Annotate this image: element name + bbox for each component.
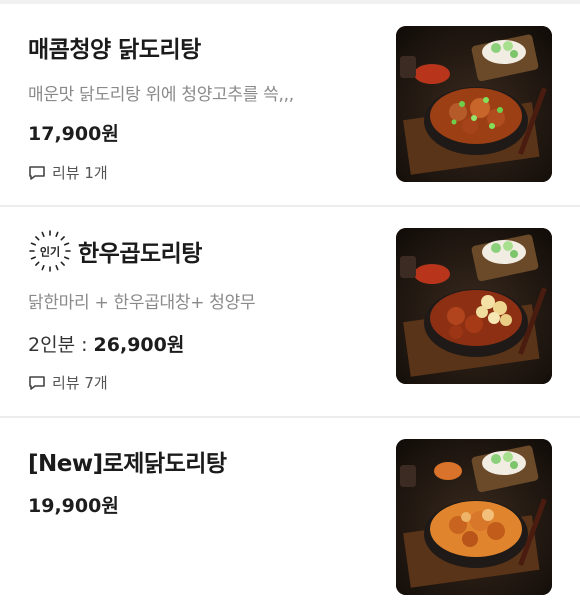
menu-item-price: 17,900원 bbox=[28, 123, 119, 145]
popular-badge: 인기 bbox=[28, 229, 72, 273]
menu-item-description: 매운맛 닭도리탕 위에 청양고추를 쓱,,, bbox=[28, 85, 294, 105]
menu-item-1[interactable]: 매콤청양 닭도리탕 매운맛 닭도리탕 위에 청양고추를 쓱,,, 17,900원… bbox=[0, 4, 580, 206]
menu-item-name: [New]로제닭도리탕 bbox=[28, 451, 227, 477]
rose-chicken-stew-photo[interactable] bbox=[396, 439, 552, 595]
popular-badge-label: 인기 bbox=[40, 245, 60, 259]
popular-badge-icon: 인기 bbox=[29, 230, 71, 272]
menu-item-description: 닭한마리 + 한우곱대창+ 청양무 bbox=[28, 293, 256, 313]
beef-intestine-chicken-stew-photo[interactable] bbox=[396, 228, 552, 384]
speech-bubble-icon bbox=[29, 375, 45, 390]
menu-item-price-row: 2인분 : 26,900원 bbox=[28, 330, 184, 357]
menu-item-name: 매콤청양 닭도리탕 bbox=[28, 37, 201, 63]
review-count-label: 리뷰 7개 bbox=[52, 374, 108, 392]
menu-item-price: 19,900원 bbox=[28, 495, 119, 517]
menu-item-3[interactable]: [New]로제닭도리탕 19,900원 bbox=[0, 418, 580, 603]
review-count[interactable]: 리뷰 7개 bbox=[28, 372, 108, 393]
review-count-label: 리뷰 1개 bbox=[52, 164, 108, 182]
spicy-chicken-stew-photo[interactable] bbox=[396, 26, 552, 182]
menu-item-price: 26,900원 bbox=[93, 334, 185, 356]
menu-item-2[interactable]: 인기 한우곱도리탕 닭한마리 + 한우곱대창+ 청양무 2인분 : 26,900… bbox=[0, 207, 580, 417]
speech-bubble-icon bbox=[29, 165, 45, 180]
portion-label: 2인분 : bbox=[28, 334, 94, 356]
menu-item-name-row: 인기 한우곱도리탕 bbox=[28, 229, 202, 273]
review-count[interactable]: 리뷰 1개 bbox=[28, 162, 108, 183]
menu-item-name: 한우곱도리탕 bbox=[78, 241, 202, 267]
